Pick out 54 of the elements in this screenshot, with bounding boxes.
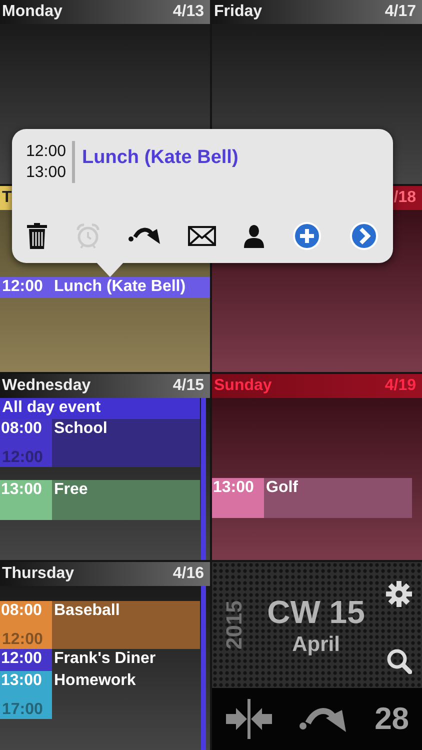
envelope-icon[interactable] — [188, 226, 216, 246]
day-number-button[interactable]: 28 — [374, 701, 410, 737]
chevron-right-icon[interactable] — [348, 221, 379, 251]
event-bar[interactable]: 08:00 12:00 Baseball — [0, 601, 200, 649]
day-date: 4/15 — [172, 377, 204, 395]
event-start-time: 13:00 — [0, 480, 42, 499]
event-start-time: 08:00 — [0, 419, 42, 438]
curved-arrow-icon[interactable] — [128, 226, 162, 246]
calendar-week-label: CW 15 — [267, 594, 365, 630]
search-icon[interactable] — [386, 648, 412, 674]
day-date: 4/13 — [172, 3, 204, 21]
day-date: 4/17 — [384, 3, 416, 21]
event-title: Frank's Diner — [53, 649, 157, 669]
event-start-time: 08:00 — [0, 601, 42, 620]
event-bar[interactable]: 13:00 17:00 Homework — [0, 671, 200, 719]
event-title: School — [53, 419, 108, 439]
month-label: April — [292, 632, 340, 656]
event-bar[interactable]: 13:00 Golf — [212, 478, 412, 518]
event-start-time: 13:00 — [0, 671, 42, 690]
event-title: Homework — [53, 671, 137, 691]
day-date: 4/16 — [172, 565, 204, 583]
event-time: 12:00 — [1, 277, 44, 297]
plus-icon[interactable] — [292, 221, 322, 251]
event-bar[interactable]: 12:00 Frank's Diner — [0, 649, 200, 671]
event-start-time: 12:00 — [0, 649, 42, 668]
person-icon[interactable] — [243, 224, 266, 248]
event-end-time: 17:00 — [1, 701, 43, 719]
collapse-icon[interactable] — [224, 699, 273, 739]
day-date: 4/19 — [384, 377, 416, 395]
popup-event-title[interactable]: Lunch (Kate Bell) — [82, 147, 238, 169]
day-name: T — [2, 189, 12, 207]
event-title: All day event — [1, 398, 102, 418]
event-title: Baseball — [53, 601, 121, 621]
trash-icon[interactable] — [26, 223, 48, 249]
event-bar[interactable]: 08:00 12:00 School — [0, 419, 200, 467]
day-name: Monday — [2, 3, 62, 21]
day-date: /18 — [394, 189, 416, 207]
settings-icon[interactable] — [385, 580, 413, 608]
day-name: Friday — [214, 3, 262, 21]
day-name: Sunday — [214, 377, 272, 395]
event-end-time: 12:00 — [1, 449, 43, 467]
popup-start-time: 12:00 — [26, 142, 66, 162]
event-end-time: 12:00 — [1, 631, 43, 649]
event-title: Free — [53, 480, 89, 500]
all-day-event[interactable]: All day event — [0, 398, 200, 419]
event-bar[interactable]: 13:00 Free — [0, 480, 200, 520]
day-name: Wednesday — [2, 377, 91, 395]
event-bar[interactable]: 12:00 Lunch (Kate Bell) — [0, 277, 210, 298]
popup-end-time: 13:00 — [26, 163, 66, 183]
event-title: Lunch (Kate Bell) — [53, 277, 187, 297]
event-start-time: 13:00 — [212, 478, 254, 497]
event-title: Golf — [265, 478, 299, 498]
year-label: 2015 — [221, 600, 247, 650]
day-name: Thursday — [2, 565, 74, 583]
